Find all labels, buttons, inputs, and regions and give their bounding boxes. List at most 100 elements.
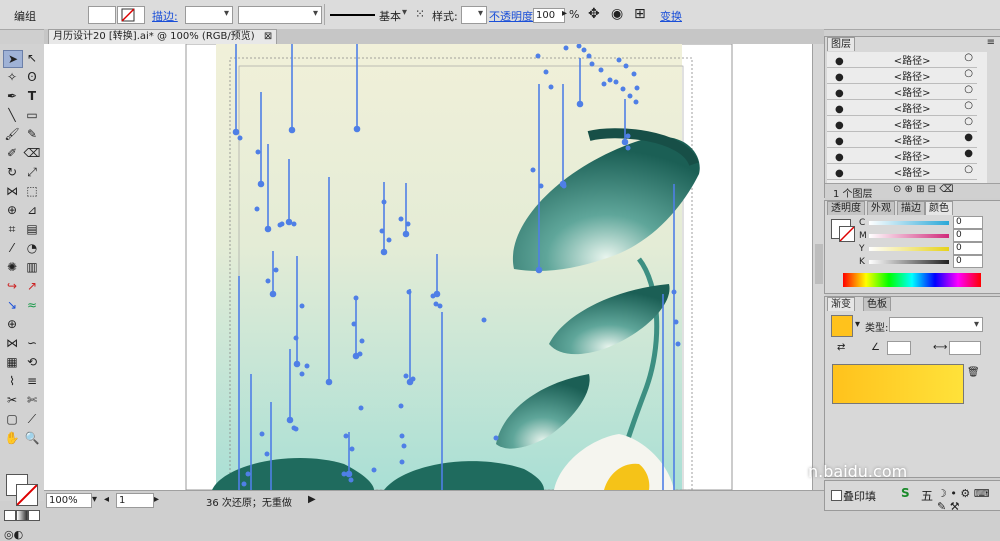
channel-c-slider[interactable] (869, 221, 949, 225)
blob-brush-icon[interactable]: ✐ (3, 145, 21, 161)
layer-actions-icons[interactable]: ⊙ ⊕ ⊞ ⊟ ⌫ (893, 184, 953, 195)
color-spectrum[interactable] (843, 273, 981, 287)
eyedropper-icon[interactable]: ⁄ (3, 240, 21, 256)
fill-swatch[interactable] (88, 6, 116, 24)
gradient-mode-icon[interactable] (16, 510, 28, 521)
slice-select-icon[interactable]: ⟋ (23, 411, 41, 427)
slice-tool-icon[interactable]: ↗ (23, 278, 41, 294)
stroke-weight-dropdown[interactable] (185, 6, 233, 24)
graph-tool-icon[interactable]: ▥ (23, 259, 41, 275)
gradient-swatch[interactable] (831, 315, 853, 337)
tab-swatches[interactable]: 色板 (863, 297, 891, 311)
stroke-swatch[interactable] (117, 6, 145, 24)
twirl-tool-icon[interactable]: ≈ (23, 297, 41, 313)
overprint-checkbox[interactable] (831, 490, 842, 501)
mesh-grid-icon[interactable]: ▦ (3, 354, 21, 370)
channel-m-slider[interactable] (869, 234, 949, 238)
zoom-field[interactable]: 100% (46, 493, 92, 508)
style-dropdown[interactable] (461, 6, 487, 24)
channel-c-input[interactable]: 0 (953, 216, 983, 229)
type-tool-icon[interactable]: T (23, 88, 41, 104)
warp-tool-icon[interactable]: ↘ (3, 297, 21, 313)
rectangle-tool-icon[interactable]: ▭ (23, 107, 41, 123)
ime-mode[interactable]: 五 (921, 487, 933, 504)
ime-toolbar-icons[interactable]: ☽ • ⚙ ⌨ ✎ ⚒ (937, 487, 1000, 513)
angle-input[interactable] (887, 341, 911, 355)
draw-mode-icon[interactable]: ◎◐ (4, 528, 23, 541)
pen-tool-icon[interactable]: ✒ (3, 88, 21, 104)
hand-tool-icon[interactable]: ✋ (3, 430, 21, 446)
artboard-tool-icon[interactable]: ↪ (3, 278, 21, 294)
tab-transparency[interactable]: 透明度 (827, 201, 865, 215)
gradient-tool-icon[interactable]: ▤ (23, 221, 41, 237)
first-page-icon[interactable]: ◂ (104, 494, 109, 505)
channel-y-input[interactable]: 0 (953, 242, 983, 255)
next-page-icon[interactable]: ▸ (154, 494, 159, 505)
symbol-sprayer-icon[interactable]: ✺ (3, 259, 21, 275)
stroke-label[interactable]: 描边: (152, 8, 178, 24)
document-tab[interactable]: 月历设计20 [转换].ai* @ 100% (RGB/预览) ⊠ (48, 29, 278, 45)
tab-stroke[interactable]: 描边 (897, 201, 925, 215)
blend-tool-icon[interactable]: ◔ (23, 240, 41, 256)
zoom-dropdown-icon[interactable]: ▾ (92, 494, 97, 505)
layer-row[interactable]: ● <路径> ● (827, 148, 977, 164)
tab-gradient[interactable]: 渐变 (827, 297, 855, 311)
reshape-icon[interactable]: ⟲ (23, 354, 41, 370)
color-stroke-box[interactable] (839, 226, 855, 242)
artboard-icon[interactable]: ▢ (3, 411, 21, 427)
zoom-tool-icon[interactable]: 🔍 (23, 430, 41, 446)
variable-width-dropdown[interactable] (238, 6, 322, 24)
free-transform-icon[interactable]: ⬚ (23, 183, 41, 199)
layer-row[interactable]: ● <路径> ○ (827, 84, 977, 100)
list-icon[interactable]: ≡ (23, 373, 41, 389)
scale-tool-icon[interactable]: ⤢ (23, 164, 41, 180)
isolate-icon[interactable]: ◉ (611, 6, 623, 22)
close-tab-icon[interactable]: ⊠ (264, 31, 272, 42)
brush-options-icon[interactable]: ⁙ (415, 7, 425, 21)
ime-logo-icon[interactable]: S (901, 486, 910, 500)
scroll-thumb[interactable] (815, 244, 823, 284)
brush-dropdown[interactable] (400, 6, 410, 22)
layer-row[interactable]: ● <路径> ○ (827, 100, 977, 116)
distort-icon[interactable]: ∽ (23, 335, 41, 351)
opacity-label[interactable]: 不透明度: (489, 8, 537, 24)
envelope-icon[interactable]: ⋈ (3, 335, 21, 351)
artboard-canvas[interactable] (44, 44, 812, 490)
layers-tab[interactable]: 图层 (827, 37, 855, 51)
status-menu-icon[interactable]: ▶ (308, 494, 316, 505)
mesh-tool-icon[interactable]: ⌗ (3, 221, 21, 237)
layer-row[interactable]: ● <路径> ● (827, 132, 977, 148)
layer-row[interactable]: ● <路径> ○ (827, 116, 977, 132)
perspective-grid-icon[interactable]: ⊿ (23, 202, 41, 218)
none-mode-icon[interactable] (28, 510, 40, 521)
channel-k-slider[interactable] (869, 260, 949, 264)
align-icon[interactable]: ⊞ (634, 6, 646, 22)
gradient-slider-bar[interactable] (832, 364, 964, 404)
lasso-icon[interactable]: ʘ (23, 69, 41, 85)
scissors-icon[interactable]: ✄ (23, 392, 41, 408)
rotate-tool-icon[interactable]: ↻ (3, 164, 21, 180)
line-tool-icon[interactable]: ╲ (3, 107, 21, 123)
selection-tool-icon[interactable]: ➤ (3, 50, 23, 68)
tab-color[interactable]: 颜色 (925, 201, 953, 215)
pencil-icon[interactable]: ✎ (23, 126, 41, 142)
layer-row[interactable]: ● <路径> ○ (827, 52, 977, 68)
layer-row[interactable]: ● <路径> ○ (827, 164, 977, 180)
delete-stop-icon[interactable]: 🗑 (967, 367, 980, 378)
column-graph-icon[interactable]: ⌇ (3, 373, 21, 389)
knife-icon[interactable]: ✂ (3, 392, 21, 408)
channel-k-input[interactable]: 0 (953, 255, 983, 268)
panel-menu-icon[interactable]: ≡ (987, 37, 995, 48)
recolor-icon[interactable]: ✥ (588, 6, 600, 22)
transform-link[interactable]: 变换 (660, 8, 682, 24)
magic-wand-icon[interactable]: ✧ (3, 69, 21, 85)
direct-selection-tool-icon[interactable]: ↖ (23, 50, 41, 66)
reverse-gradient-icon[interactable]: ⇄ (837, 342, 845, 353)
tab-appearance[interactable]: 外观 (867, 201, 895, 215)
layer-row[interactable]: ● <路径> ○ (827, 68, 977, 84)
shape-builder-icon[interactable]: ⊕ (3, 202, 21, 218)
stroke-color-box[interactable] (16, 484, 38, 506)
aspect-input[interactable] (949, 341, 981, 355)
channel-y-slider[interactable] (869, 247, 949, 251)
opacity-input[interactable]: 100 (533, 8, 565, 23)
